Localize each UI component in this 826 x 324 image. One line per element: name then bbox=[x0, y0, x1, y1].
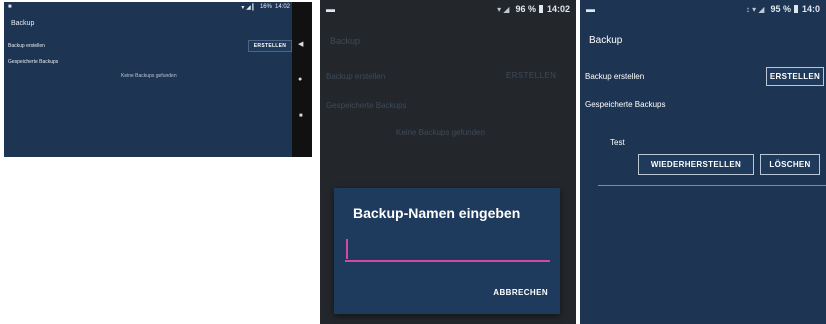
recents-icon[interactable]: ■ bbox=[299, 113, 303, 119]
page-title: Backup bbox=[589, 35, 623, 46]
saved-backups-label: Gespeicherte Backups bbox=[326, 101, 407, 110]
list-divider bbox=[598, 185, 826, 186]
status-time: 14:0 bbox=[801, 4, 820, 14]
backup-name-dialog: Backup-Namen eingeben ABBRECHEN bbox=[334, 188, 560, 314]
create-backup-button[interactable]: ERSTELLEN bbox=[766, 67, 824, 86]
battery-level: 95 % bbox=[770, 4, 791, 14]
notification-icon: ■ bbox=[8, 4, 12, 10]
notification-icon: ▬ bbox=[326, 4, 335, 14]
empty-message: Keine Backups gefunden bbox=[396, 128, 485, 137]
battery-icon bbox=[793, 5, 798, 13]
status-bar: ▬ ▾ ◢ 96 % 14:02 bbox=[320, 0, 576, 18]
signal-icons: ↕ ▾ ◢ bbox=[745, 4, 765, 14]
home-icon[interactable]: ● bbox=[298, 76, 302, 83]
dialog-title: Backup-Namen eingeben bbox=[353, 205, 521, 221]
empty-message: Keine Backups gefunden bbox=[121, 73, 177, 79]
screen-3-list: ▬ ↕ ▾ ◢ 95 % 14:0 Backup Backup erstelle… bbox=[580, 0, 826, 324]
page-title: Backup bbox=[330, 36, 361, 46]
page-title: Backup bbox=[11, 20, 35, 27]
create-backup-label: Backup erstellen bbox=[326, 72, 386, 81]
backup-name-input[interactable] bbox=[345, 238, 550, 262]
navigation-bar: ◀ ● ■ bbox=[292, 2, 312, 157]
text-cursor bbox=[346, 239, 348, 259]
create-backup-button[interactable]: ERSTELLEN bbox=[248, 40, 292, 52]
create-backup-label: Backup erstellen bbox=[8, 43, 45, 49]
create-backup-button[interactable]: ERSTELLEN bbox=[506, 71, 556, 80]
notification-icon: ▬ bbox=[586, 4, 595, 14]
status-time: 14:02 bbox=[546, 4, 570, 14]
status-bar: ▬ ↕ ▾ ◢ 95 % 14:0 bbox=[580, 0, 826, 18]
cancel-button[interactable]: ABBRECHEN bbox=[493, 288, 548, 297]
status-bar: ■ ▾ ◢ ▎ 16% 14:02 bbox=[4, 2, 294, 12]
signal-icons: ▾ ◢ ▎ bbox=[241, 4, 257, 11]
delete-button[interactable]: LÖSCHEN bbox=[760, 154, 820, 175]
saved-backups-label: Gespeicherte Backups bbox=[585, 100, 666, 109]
backup-item-name: Test bbox=[610, 138, 625, 147]
screen-1-landscape: ■ ▾ ◢ ▎ 16% 14:02 Backup Backup erstelle… bbox=[4, 2, 312, 157]
battery-level: 96 % bbox=[515, 4, 536, 14]
status-time: 14:02 bbox=[274, 4, 290, 10]
saved-backups-label: Gespeicherte Backups bbox=[8, 59, 59, 65]
battery-icon bbox=[538, 5, 543, 13]
back-icon[interactable]: ◀ bbox=[298, 40, 303, 48]
create-backup-label: Backup erstellen bbox=[585, 72, 645, 81]
screen-2-dialog: ▬ ▾ ◢ 96 % 14:02 Backup Backup erstellen… bbox=[320, 0, 576, 324]
signal-icons: ▾ ◢ bbox=[497, 4, 510, 14]
battery-level: 16% bbox=[259, 4, 272, 10]
restore-button[interactable]: WIEDERHERSTELLEN bbox=[638, 154, 754, 175]
